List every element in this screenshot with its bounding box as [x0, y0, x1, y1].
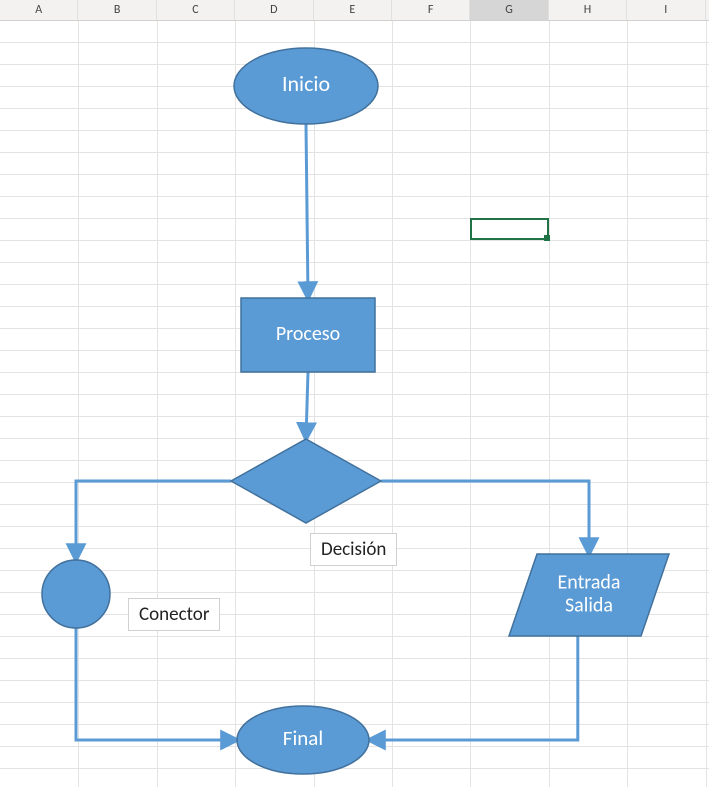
selected-cell[interactable] — [470, 218, 548, 240]
connector-arrow[interactable] — [76, 481, 231, 560]
column-header[interactable]: H — [549, 0, 627, 20]
spreadsheet-sheet: A B C D E F G H I Inicio Proceso EntradaSa… — [0, 0, 709, 787]
connectors-group — [76, 124, 589, 740]
connector-arrow[interactable] — [381, 481, 589, 554]
column-header[interactable]: A — [0, 0, 78, 20]
column-headers-row: A B C D E F G H I — [0, 0, 709, 21]
column-header[interactable]: D — [235, 0, 313, 20]
inicio-label: Inicio — [282, 70, 330, 97]
proceso-label: Proceso — [276, 322, 340, 346]
connector-arrow[interactable] — [76, 628, 237, 740]
column-header-active[interactable]: G — [470, 0, 548, 20]
connector-arrow[interactable] — [306, 124, 308, 298]
column-header[interactable]: B — [78, 0, 156, 20]
entrada-salida-label: EntradaSalida — [557, 570, 620, 617]
flowchart-canvas: Inicio Proceso EntradaSalida Final Decisión… — [0, 20, 709, 787]
conector-circle[interactable] — [42, 560, 110, 628]
final-label: Final — [283, 725, 323, 751]
connector-label-box: Conector — [128, 598, 220, 631]
connector-arrow[interactable] — [306, 372, 308, 439]
decision-label-box: Decisión — [310, 533, 397, 566]
shapes-group — [42, 48, 669, 774]
column-header[interactable]: I — [627, 0, 705, 20]
column-header[interactable]: F — [392, 0, 470, 20]
column-header[interactable]: C — [157, 0, 235, 20]
column-header[interactable]: E — [314, 0, 392, 20]
decision-diamond[interactable] — [231, 439, 381, 523]
connector-arrow[interactable] — [369, 636, 578, 740]
flowchart-svg: Inicio Proceso EntradaSalida Final — [0, 20, 709, 787]
